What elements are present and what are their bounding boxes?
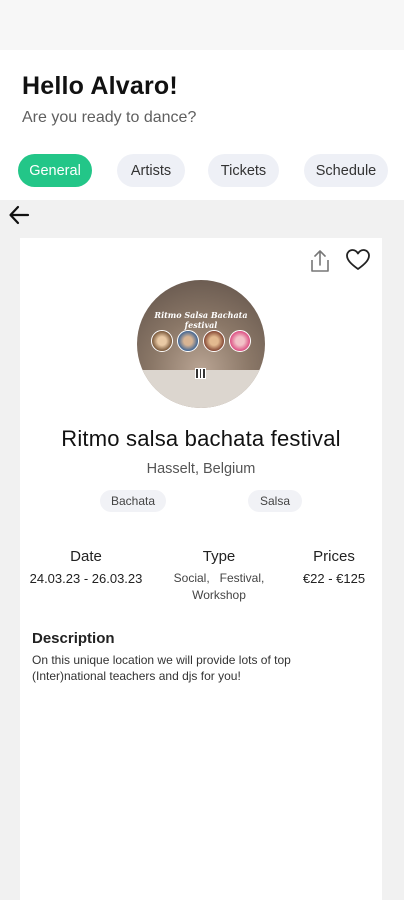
event-image-title: Ritmo Salsa Bachata festival	[154, 310, 248, 330]
date-label: Date	[70, 548, 102, 565]
event-card: Ritmo Salsa Bachata festival Ritmo salsa…	[20, 238, 382, 900]
type-value-line2: Workshop	[192, 588, 246, 602]
date-value: 24.03.23 - 26.03.23	[29, 571, 143, 586]
greeting-title: Hello Alvaro!	[22, 72, 178, 100]
info-prices: Prices €22 - €125	[292, 548, 376, 587]
description-title: Description	[32, 630, 115, 647]
prices-label: Prices	[313, 548, 355, 565]
greeting-header: Hello Alvaro! Are you ready to dance?	[22, 72, 196, 127]
event-title: Ritmo salsa bachata festival	[61, 426, 341, 451]
favorite-button[interactable]	[345, 248, 371, 272]
greeting-subtitle: Are you ready to dance?	[22, 109, 197, 126]
qr-code-icon	[195, 368, 206, 379]
event-location: Hasselt, Belgium	[146, 461, 256, 477]
tab-tickets[interactable]: Tickets	[208, 154, 279, 187]
share-button[interactable]	[308, 248, 332, 274]
type-value-line1: Social, Festival,	[173, 571, 265, 585]
status-bar	[0, 0, 404, 50]
tag-salsa: Salsa	[248, 490, 302, 512]
description-text: On this unique location we will provide …	[32, 653, 291, 683]
tab-artists[interactable]: Artists	[117, 154, 185, 187]
info-type: Type Social, Festival, Workshop	[160, 548, 278, 604]
prices-value: €22 - €125	[302, 571, 366, 586]
event-image-artists	[149, 330, 253, 352]
event-image: Ritmo Salsa Bachata festival	[137, 280, 265, 408]
back-button[interactable]	[6, 202, 32, 228]
heart-icon	[346, 249, 370, 270]
arrow-left-icon	[9, 205, 30, 225]
tab-general[interactable]: General	[18, 154, 92, 187]
tab-schedule[interactable]: Schedule	[304, 154, 388, 187]
tab-bar: General Artists Tickets Schedule	[18, 154, 404, 187]
tag-bachata: Bachata	[100, 490, 166, 512]
share-icon	[311, 250, 329, 272]
type-label: Type	[202, 548, 236, 565]
info-date: Date 24.03.23 - 26.03.23	[18, 548, 154, 587]
